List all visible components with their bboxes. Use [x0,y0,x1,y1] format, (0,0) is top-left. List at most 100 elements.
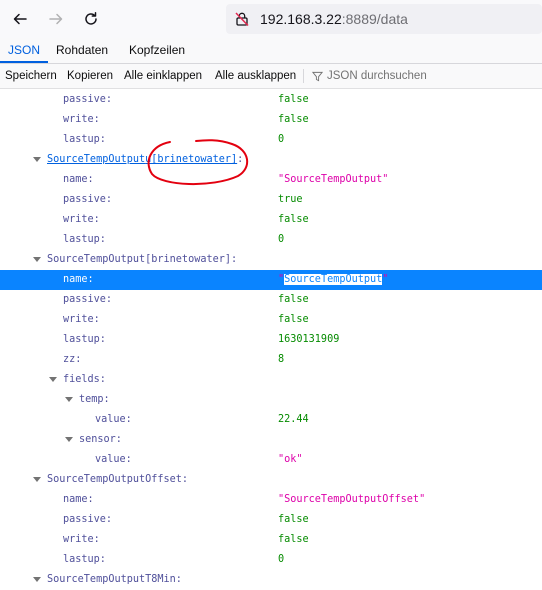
json-value: "SourceTempOutputOffset" [278,494,426,505]
json-toolbar: Speichern Kopieren Alle einklappen Alle … [0,64,542,89]
tree-row[interactable]: value: "ok" [0,450,542,470]
copy-button[interactable]: Kopieren [67,64,113,88]
forward-button[interactable] [44,7,68,31]
tab-headers[interactable]: Kopfzeilen [121,38,193,63]
json-key: zz: [63,354,82,365]
search-highlight: SourceTempOutput [284,274,383,285]
tree-row[interactable]: passive: false [0,290,542,310]
key-part-suffix: u[brinetowater] [145,154,238,165]
json-key: SourceTempOutput[brinetowater]: [47,254,238,265]
tree-row-object[interactable]: temp: [0,390,542,410]
tree-row-selected[interactable]: name: "SourceTempOutput" [0,270,542,290]
url-port-path: :8889/data [341,11,408,27]
json-key: write: [63,314,100,325]
tree-row[interactable]: passive: false [0,510,542,530]
reload-icon [85,12,97,25]
filter-json-input[interactable]: JSON durchsuchen [312,68,427,84]
expand-toggle-icon[interactable] [33,477,41,482]
json-value: false [278,314,309,325]
tree-row[interactable]: write: false [0,530,542,550]
json-value: 8 [278,354,285,365]
address-bar[interactable]: 192.168.3.22:8889/data [226,4,542,34]
tree-row-object[interactable]: SourceTempOutputT8Min: [0,570,542,590]
json-value: false [278,534,309,545]
json-key: write: [63,214,100,225]
expand-all-button[interactable]: Alle ausklappen [215,64,296,88]
json-key: lastup: [63,554,106,565]
url-host: 192.168.3.22 [260,11,342,27]
tree-row-object[interactable]: SourceTempOutputOffset: [0,470,542,490]
json-key: name: [63,494,94,505]
filter-placeholder: JSON durchsuchen [327,70,427,82]
json-key: temp: [79,394,110,405]
tree-row[interactable]: lastup: 1630131909 [0,330,542,350]
viewer-tabs: JSON Rohdaten Kopfzeilen [0,38,542,64]
json-value: "SourceTempOutput" [278,270,388,290]
json-value: 1630131909 [278,334,340,345]
tree-row[interactable]: write: false [0,210,542,230]
tree-row[interactable]: lastup: 0 [0,230,542,250]
json-key: value: [95,454,132,465]
tree-row[interactable]: name: "SourceTempOutputOffset" [0,490,542,510]
json-value: 0 [278,134,285,145]
expand-toggle-icon[interactable] [33,157,41,162]
quote-close: " [382,274,389,285]
tree-row[interactable]: passive: false [0,90,542,110]
json-key: name: [63,174,94,185]
expand-toggle-icon[interactable] [49,377,57,382]
json-key: write: [63,114,100,125]
json-value: "SourceTempOutput" [278,174,389,185]
expand-toggle-icon[interactable] [65,397,73,402]
tree-row[interactable]: write: false [0,310,542,330]
tab-json[interactable]: JSON [0,38,49,63]
json-value: 0 [278,234,285,245]
json-value: false [278,294,309,305]
json-key-link[interactable]: SourceTempOutputu[brinetowater]: [47,150,243,170]
expand-toggle-icon[interactable] [33,257,41,262]
key-colon: : [237,154,244,165]
tab-raw-data[interactable]: Rohdaten [48,38,116,63]
toolbar-divider [303,69,304,83]
json-key: passive: [63,94,113,105]
json-value: 0 [278,554,285,565]
json-value: false [278,114,309,125]
expand-toggle-icon[interactable] [65,437,73,442]
json-key: fields: [63,374,106,385]
json-tree: passive: false write: false lastup: 0 So… [0,90,542,590]
tree-row[interactable]: write: false [0,110,542,130]
back-arrow-icon [13,13,27,25]
json-key: value: [95,414,132,425]
tree-row[interactable]: lastup: 0 [0,130,542,150]
forward-arrow-icon [49,13,63,25]
json-value: "ok" [278,454,303,465]
json-value: false [278,94,309,105]
tree-row-object[interactable]: SourceTempOutput[brinetowater]: [0,250,542,270]
insecure-lock-icon[interactable] [234,11,250,27]
url-text[interactable]: 192.168.3.22:8889/data [260,11,408,27]
filter-icon [312,71,323,81]
tree-row[interactable]: value: 22.44 [0,410,542,430]
tree-row[interactable]: passive: true [0,190,542,210]
tree-row-object[interactable]: fields: [0,370,542,390]
tree-row-object[interactable]: sensor: [0,430,542,450]
tree-row-object[interactable]: SourceTempOutputu[brinetowater]: [0,150,542,170]
json-key: SourceTempOutputT8Min: [47,574,182,585]
tree-row[interactable]: name: "SourceTempOutput" [0,170,542,190]
json-key: passive: [63,514,113,525]
collapse-all-button[interactable]: Alle einklappen [124,64,202,88]
json-key: name: [63,274,94,285]
json-value: 22.44 [278,414,309,425]
json-value: false [278,514,309,525]
reload-button[interactable] [79,7,103,31]
json-key: lastup: [63,234,106,245]
save-button[interactable]: Speichern [5,64,57,88]
json-key: lastup: [63,334,106,345]
json-key: write: [63,534,100,545]
tree-row[interactable]: lastup: 0 [0,550,542,570]
back-button[interactable] [8,7,32,31]
expand-toggle-icon[interactable] [33,577,41,582]
json-value: false [278,214,309,225]
key-part-main: SourceTempOutput [47,154,146,165]
tree-row[interactable]: zz: 8 [0,350,542,370]
json-key: lastup: [63,134,106,145]
